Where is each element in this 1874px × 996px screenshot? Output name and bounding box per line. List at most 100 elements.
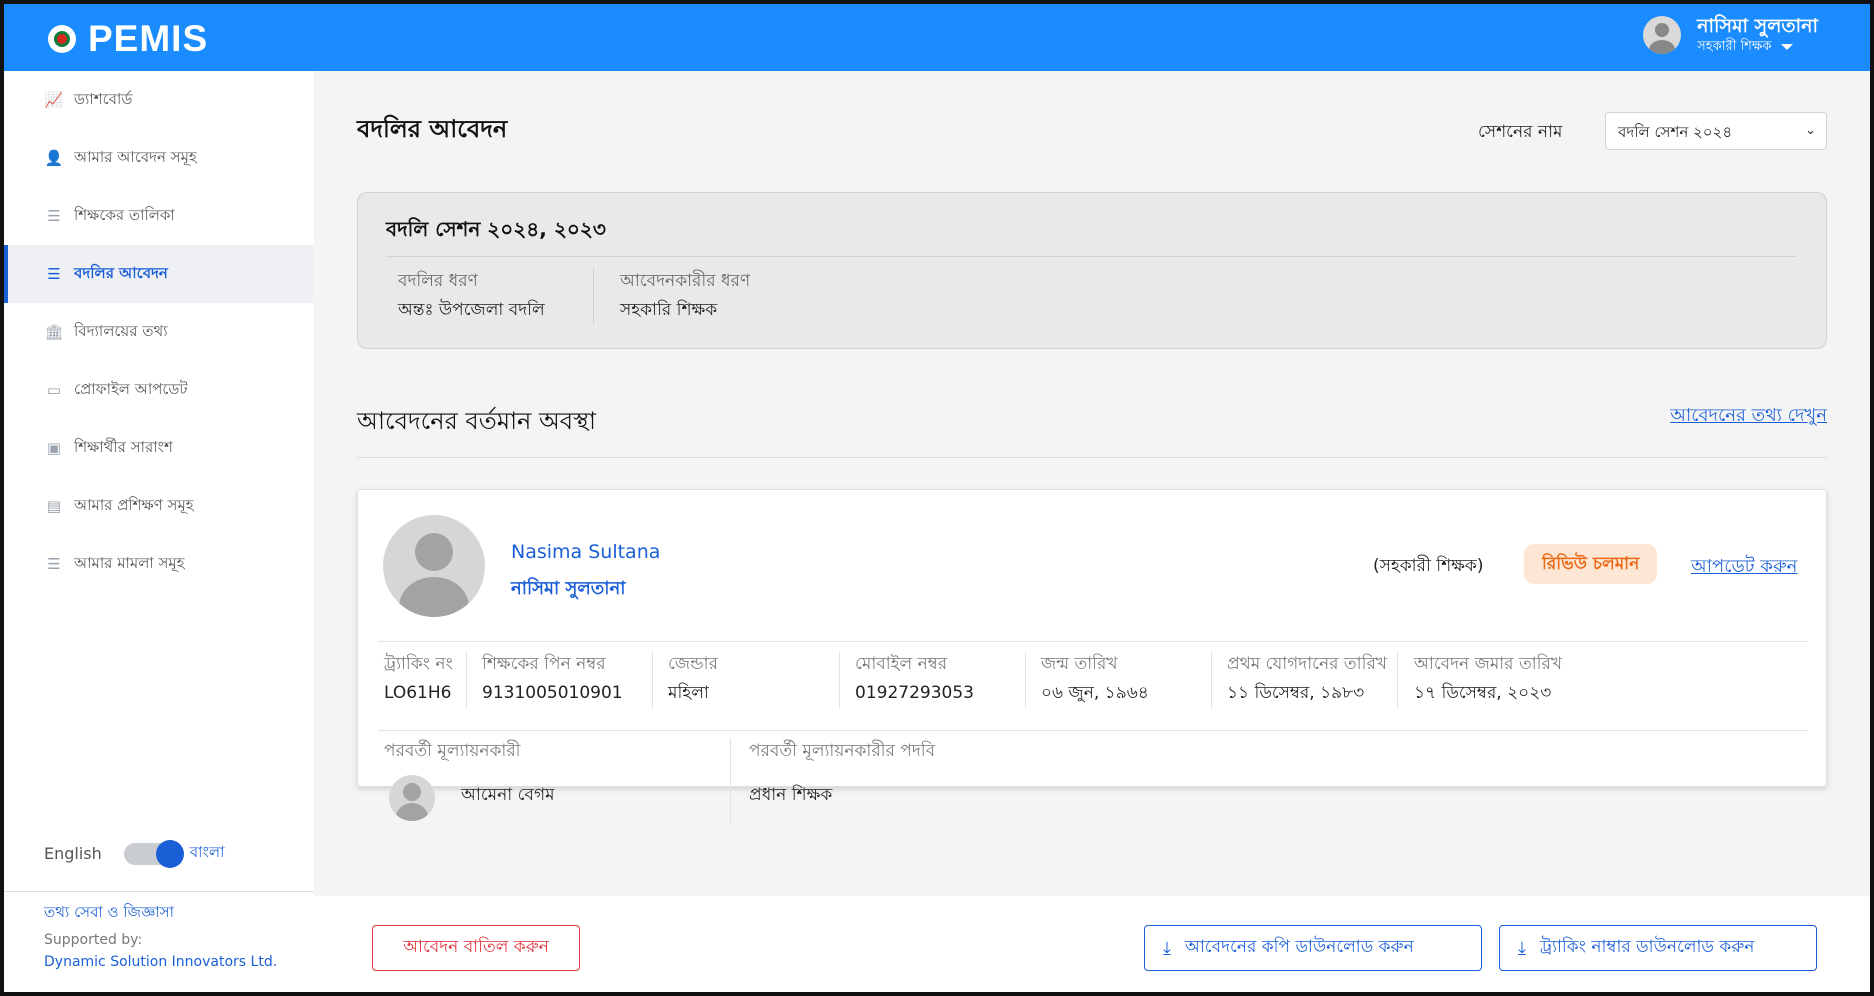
sidebar-item-my-trainings[interactable]: ▤ আমার প্রশিক্ষণ সমূহ bbox=[4, 477, 314, 535]
field-value: 01927293053 bbox=[855, 683, 974, 703]
info-divider-bottom bbox=[378, 730, 1808, 731]
app-name: PEMIS bbox=[88, 18, 209, 59]
field-value: ০৬ জুন, ১৯৬৪ bbox=[1041, 683, 1149, 703]
status-badge: রিভিউ চলমান bbox=[1524, 544, 1658, 584]
field-value: ১১ ডিসেম্বর, ১৯৮৩ bbox=[1227, 683, 1365, 703]
status-section-title: আবেদনের বর্তমান অবস্থা bbox=[357, 407, 596, 435]
update-link[interactable]: আপডেট করুন bbox=[1691, 552, 1797, 583]
govt-logo-icon bbox=[48, 25, 76, 53]
transfer-type-value: অন্তঃ উপজেলা বদলি bbox=[398, 300, 545, 320]
lang-bangla-label: বাংলা bbox=[189, 843, 225, 861]
download-copy-button[interactable]: ⤓ আবেদনের কপি ডাউনলোড করুন bbox=[1144, 925, 1482, 971]
next-evaluator-name: আমেনা বেগম bbox=[461, 785, 555, 805]
field-label: প্রথম যোগদানের তারিখ bbox=[1227, 654, 1387, 674]
sidebar-item-my-cases[interactable]: ☰ আমার মামলা সমূহ bbox=[4, 535, 314, 593]
session-card-vdivider bbox=[593, 267, 594, 325]
next-evaluator-label: পরবর্তী মূল্যায়নকারী bbox=[384, 741, 521, 761]
list-icon: ☰ bbox=[47, 207, 61, 225]
user-role: সহকারী শিক্ষক bbox=[1697, 38, 1818, 56]
info-divider-top bbox=[378, 641, 1808, 642]
brand[interactable]: PEMIS bbox=[48, 18, 208, 60]
session-label: সেশনের নাম bbox=[1478, 122, 1563, 142]
user-name: নাসিমা সুলতানা bbox=[1697, 15, 1818, 37]
evaluator-vdivider bbox=[730, 738, 731, 826]
toggle-knob bbox=[155, 839, 184, 868]
sidebar-item-label: বিদ্যালয়ের তথ্য bbox=[74, 321, 168, 340]
company-link[interactable]: Dynamic Solution Innovators Ltd. bbox=[44, 951, 277, 973]
session-select[interactable]: বদলি সেশন ২০২৪ ⌄ bbox=[1605, 112, 1827, 150]
id-card-icon: ▣ bbox=[46, 439, 62, 457]
sidebar-item-transfer-application[interactable]: ☰ বদলির আবেদন bbox=[4, 245, 314, 303]
list-icon: ▤ bbox=[46, 497, 62, 515]
sidebar-divider bbox=[4, 891, 314, 892]
applicant-type-label: আবেদনকারীর ধরণ bbox=[620, 271, 751, 291]
field-label: জন্ম তারিখ bbox=[1041, 654, 1118, 674]
applicant-type-value: সহকারি শিক্ষক bbox=[620, 300, 718, 320]
sidebar-item-teacher-list[interactable]: ☰ শিক্ষকের তালিকা bbox=[4, 187, 314, 245]
field-first-join-date: প্রথম যোগদানের তারিখ ১১ ডিসেম্বর, ১৯৮৩ bbox=[1227, 650, 1387, 708]
chevron-down-icon: ⌄ bbox=[1805, 123, 1816, 138]
sidebar: 📈 ড্যাশবোর্ড 👤 আমার আবেদন সমূহ ☰ শিক্ষকে… bbox=[4, 71, 314, 992]
frame-right bbox=[1870, 71, 1874, 996]
session-select-value: বদলি সেশন ২০২৪ bbox=[1618, 123, 1733, 141]
field-label: ট্র্যাকিং নং bbox=[384, 654, 453, 674]
frame-bottom bbox=[0, 992, 1874, 996]
sidebar-item-label: আমার মামলা সমূহ bbox=[74, 553, 185, 572]
transfer-type: বদলির ধরণ অন্তঃ উপজেলা বদলি bbox=[398, 267, 545, 325]
field-submit-date: আবেদন জমার তারিখ ১৭ ডিসেম্বর, ২০২৩ bbox=[1414, 650, 1562, 708]
transfer-type-label: বদলির ধরণ bbox=[398, 271, 478, 291]
sidebar-item-profile-update[interactable]: ▭ প্রোফাইল আপডেট bbox=[4, 361, 314, 419]
lang-english-label: English bbox=[44, 844, 102, 863]
field-gender: জেন্ডার মহিলা bbox=[668, 650, 718, 708]
sidebar-item-student-summary[interactable]: ▣ শিক্ষার্থীর সারাংশ bbox=[4, 419, 314, 477]
field-value: মহিলা bbox=[668, 683, 709, 703]
field-label: আবেদন জমার তারিখ bbox=[1414, 654, 1563, 674]
applicant-name-bn[interactable]: নাসিমা সুলতানা bbox=[511, 574, 625, 605]
sidebar-item-label: প্রোফাইল আপডেট bbox=[74, 379, 188, 398]
session-card: বদলি সেশন ২০২৪, ২০২৩ বদলির ধরণ অন্তঃ উপজ… bbox=[357, 192, 1827, 349]
evaluator-avatar bbox=[389, 775, 435, 821]
list-icon: ☰ bbox=[47, 555, 61, 573]
info-vdivider bbox=[466, 652, 467, 708]
field-value: 9131005010901 bbox=[482, 683, 623, 703]
user-menu[interactable]: নাসিমা সুলতানা সহকারী শিক্ষক bbox=[1643, 14, 1818, 56]
sidebar-item-label: শিক্ষার্থীর সারাংশ bbox=[74, 437, 173, 456]
applicant-avatar bbox=[383, 515, 485, 617]
sidebar-item-label: ড্যাশবোর্ড bbox=[74, 89, 133, 108]
sidebar-item-label: বদলির আবেদন bbox=[74, 263, 168, 282]
field-tracking-no: ট্র্যাকিং নং LO61H6 bbox=[384, 650, 453, 708]
user-icon: 👤 bbox=[44, 149, 64, 167]
help-link[interactable]: তথ্য সেবা ও জিজ্ঞাসা bbox=[44, 901, 174, 926]
field-birth-date: জন্ম তারিখ ০৬ জুন, ১৯৬৪ bbox=[1041, 650, 1149, 708]
info-vdivider bbox=[1397, 652, 1398, 708]
applicant-role: (সহকারী শিক্ষক) bbox=[1373, 556, 1484, 576]
cancel-application-button[interactable]: আবেদন বাতিল করুন bbox=[372, 925, 580, 971]
session-card-title: বদলি সেশন ২০২৪, ২০২৩ bbox=[386, 217, 606, 241]
info-vdivider bbox=[652, 652, 653, 708]
sidebar-item-my-applications[interactable]: 👤 আমার আবেদন সমূহ bbox=[4, 129, 314, 187]
download-tracking-label: ট্র্যাকিং নাম্বার ডাউনলোড করুন bbox=[1539, 937, 1755, 957]
field-value: LO61H6 bbox=[384, 683, 452, 703]
school-icon: 🏛 bbox=[44, 323, 64, 341]
support-info: Supported by: Dynamic Solution Innovator… bbox=[44, 929, 277, 973]
chevron-down-icon bbox=[1781, 44, 1794, 50]
next-evaluator-post-label: পরবর্তী মূল্যায়নকারীর পদবি bbox=[749, 741, 936, 761]
main-content: বদলির আবেদন সেশনের নাম বদলি সেশন ২০২৪ ⌄ … bbox=[314, 71, 1870, 896]
applicant-name-en[interactable]: Nasima Sultana bbox=[511, 541, 660, 563]
info-vdivider bbox=[839, 652, 840, 708]
sidebar-item-school-info[interactable]: 🏛 বিদ্যালয়ের তথ্য bbox=[4, 303, 314, 361]
applicant-type: আবেদনকারীর ধরণ সহকারি শিক্ষক bbox=[620, 267, 750, 325]
view-application-link[interactable]: আবেদনের তথ্য দেখুন bbox=[1670, 401, 1827, 432]
download-icon: ⤓ bbox=[1518, 937, 1526, 959]
sidebar-item-dashboard[interactable]: 📈 ড্যাশবোর্ড bbox=[4, 71, 314, 129]
page-title: বদলির আবেদন bbox=[357, 115, 508, 143]
field-label: জেন্ডার bbox=[668, 654, 718, 674]
sidebar-item-label: আমার আবেদন সমূহ bbox=[74, 147, 197, 166]
language-toggle[interactable] bbox=[123, 839, 184, 868]
field-mobile: মোবাইল নম্বর 01927293053 bbox=[855, 650, 974, 708]
info-vdivider bbox=[1211, 652, 1212, 708]
application-card: Nasima Sultana নাসিমা সুলতানা (সহকারী শি… bbox=[357, 489, 1827, 826]
download-tracking-button[interactable]: ⤓ ট্র্যাকিং নাম্বার ডাউনলোড করুন bbox=[1499, 925, 1817, 971]
cancel-button-label: আবেদন বাতিল করুন bbox=[403, 937, 549, 957]
field-pin-no: শিক্ষকের পিন নম্বর 9131005010901 bbox=[482, 650, 623, 708]
